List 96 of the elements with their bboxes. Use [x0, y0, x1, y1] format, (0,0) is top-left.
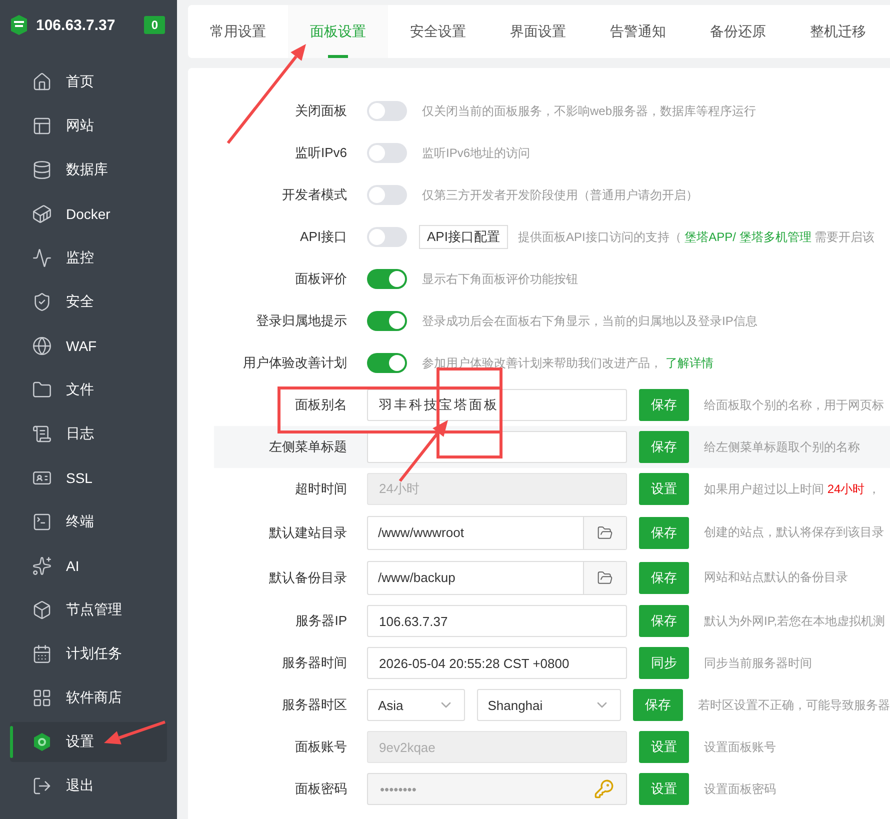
setting-label: 超时时间 [294, 480, 347, 498]
sidebar-item[interactable]: SSL [10, 458, 167, 498]
tab[interactable]: 界面设置 [488, 5, 588, 58]
sidebar-item[interactable]: 首页 [10, 62, 167, 102]
logo-icon [10, 14, 28, 36]
sidebar-item[interactable]: AI [10, 546, 167, 586]
folder-icon[interactable] [597, 524, 613, 540]
setting-label: 面板别名 [294, 396, 347, 414]
toggle-switch[interactable] [367, 311, 407, 331]
sidebar-item[interactable]: 退出 [10, 766, 167, 806]
count-badge: 0 [144, 16, 165, 34]
tab[interactable]: 告警通知 [588, 5, 688, 58]
input-field[interactable]: 106.63.7.37 [367, 605, 627, 637]
key-icon[interactable] [594, 779, 614, 799]
description: 给左侧菜单标题取个别的名称 [704, 438, 860, 456]
tab[interactable]: 安全设置 [388, 5, 488, 58]
description: 同步当前服务器时间 [704, 654, 812, 672]
calendar-icon [32, 644, 52, 664]
sidebar-item[interactable]: 文件 [10, 370, 167, 410]
setting-label: 默认备份目录 [268, 568, 347, 586]
toggle-switch[interactable] [367, 353, 407, 373]
toggle-switch[interactable] [367, 101, 407, 121]
toggle-switch[interactable] [367, 227, 407, 247]
document-icon [32, 424, 52, 444]
exit-icon [32, 776, 52, 796]
toggle-switch[interactable] [367, 269, 407, 289]
terminal-icon [32, 512, 52, 532]
input-field[interactable]: 羽丰科技宝塔面板 [367, 389, 627, 421]
setting-label: 面板密码 [294, 780, 347, 798]
description: 仅第三方开发者开发阶段使用（普通用户请勿开启） [422, 186, 698, 204]
tab[interactable]: 备份还原 [688, 5, 788, 58]
description: 网站和站点默认的备份目录 [704, 569, 848, 586]
description: 监听IPv6地址的访问 [422, 144, 530, 162]
sidebar-item[interactable]: 设置 [10, 722, 167, 762]
sidebar-item[interactable]: 数据库 [10, 150, 167, 190]
container-icon [32, 204, 52, 224]
description: 默认为外网IP,若您在本地虚拟机测 [704, 612, 886, 630]
config-button[interactable]: API接口配置 [419, 225, 508, 249]
setting-label: 开发者模式 [281, 186, 347, 204]
toggle-switch[interactable] [367, 143, 407, 163]
setting-label: 左侧菜单标题 [268, 438, 347, 456]
tab[interactable]: 常用设置 [188, 5, 288, 58]
activity-icon [32, 248, 52, 268]
setting-label: 用户体验改善计划 [242, 354, 347, 372]
shield-icon [32, 292, 52, 312]
description: 仅关闭当前的面板服务，不影响web服务器，数据库等程序运行 [422, 102, 756, 120]
setting-label: 服务器时间 [281, 654, 347, 672]
input-field[interactable]: /www/backup [367, 560, 627, 594]
annotation-arrow [104, 720, 166, 744]
sidebar-item[interactable]: WAF [10, 326, 167, 366]
description: 如果用户超过以上时间 24小时 ， [704, 480, 880, 498]
setting-label: 监听IPv6 [294, 144, 347, 162]
globe-icon [32, 336, 52, 356]
setting-label: 关闭面板 [294, 102, 347, 120]
setting-label: 服务器时区 [281, 696, 347, 714]
input-field[interactable]: /www/wwwroot [367, 516, 627, 550]
house-icon [32, 72, 52, 92]
city-select[interactable]: Shanghai [476, 689, 621, 721]
sidebar-item[interactable]: 终端 [10, 502, 167, 542]
toggle-switch[interactable] [367, 185, 407, 205]
sidebar-item[interactable]: 网站 [10, 106, 167, 146]
description: 设置面板密码 [704, 780, 776, 798]
description: 给面板取个别的名称，用于网页标 [704, 396, 884, 414]
description: 显示右下角面板评价功能按钮 [422, 270, 578, 288]
sidebar-item[interactable]: 监控 [10, 238, 167, 278]
region-select[interactable]: Asia [367, 689, 465, 721]
sidebar-item[interactable]: 计划任务 [10, 634, 167, 674]
hexagon-icon [32, 732, 52, 752]
sidebar-item[interactable]: 日志 [10, 414, 167, 454]
setting-label: 登录归属地提示 [255, 312, 347, 330]
setting-label: API接口 [299, 228, 347, 246]
description: 设置面板账号 [704, 738, 776, 756]
description: 提供面板API接口访问的支持（ 堡塔APP/ 堡塔多机管理 需要开启该 [518, 228, 875, 246]
cube-icon [32, 600, 52, 620]
setting-label: 面板评价 [294, 270, 347, 288]
input-field[interactable]: 2026-05-04 20:55:28 CST +0800 [367, 647, 627, 679]
tab[interactable]: 整机迁移 [788, 5, 888, 58]
sidebar-item[interactable]: 安全 [10, 282, 167, 322]
setting-label: 面板账号 [294, 738, 347, 756]
folder-icon [32, 380, 52, 400]
description: 登录成功后会在面板右下角显示，当前的归属地以及登录IP信息 [422, 312, 758, 330]
description: 若时区设置不正确，可能导致服务器 [698, 696, 890, 714]
setting-label: 默认建站目录 [268, 524, 347, 542]
host-address: 106.63.7.37 [36, 16, 116, 34]
sidebar-item[interactable]: Docker [10, 194, 167, 234]
setting-label: 服务器IP [294, 612, 347, 630]
input-field[interactable] [367, 431, 627, 463]
description: 创建的站点，默认将保存到该目录 [704, 524, 884, 541]
database-icon [32, 160, 52, 180]
sidebar-item[interactable]: 软件商店 [10, 678, 167, 718]
sidebar-item[interactable]: 节点管理 [10, 590, 167, 630]
annotation-arrow [398, 420, 448, 482]
sparkle-icon [32, 556, 52, 576]
folder-icon[interactable] [597, 570, 613, 586]
grid-icon [32, 688, 52, 708]
window-icon [32, 116, 52, 136]
